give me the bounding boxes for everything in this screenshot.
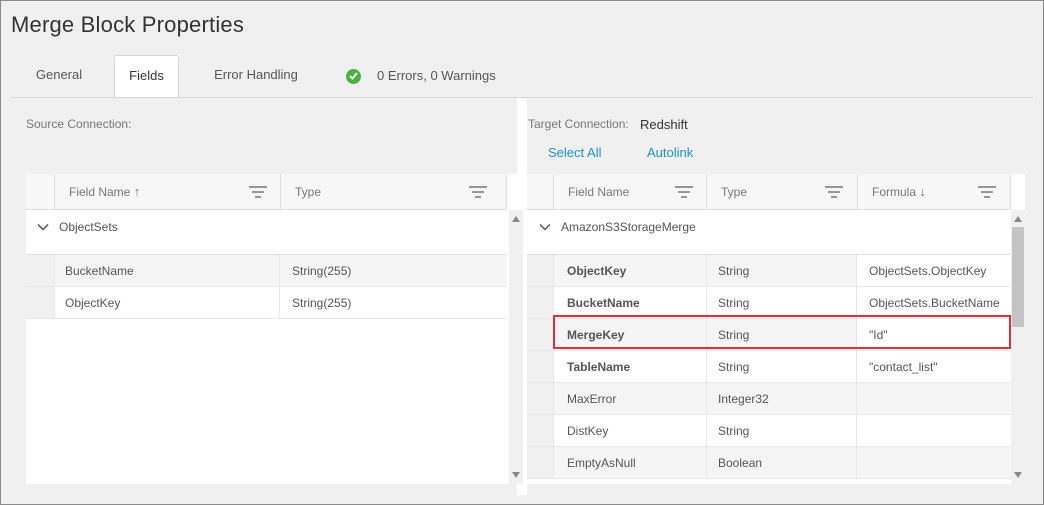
filter-icon[interactable] [978, 186, 996, 198]
target-header-formula[interactable]: Formula ↓ [858, 174, 1011, 210]
target-field-name: DistKey [554, 415, 707, 447]
table-row[interactable]: MergeKey String "Id" [527, 319, 1011, 351]
target-scrollbar[interactable] [1011, 210, 1025, 484]
target-field-type: String [707, 255, 857, 287]
sort-desc-icon: ↓ [919, 184, 926, 199]
target-field-name: BucketName [554, 287, 707, 319]
target-field-type: String [707, 351, 857, 383]
target-field-formula[interactable] [857, 415, 1011, 447]
tab-fields[interactable]: Fields [114, 55, 179, 98]
tab-general[interactable]: General [11, 55, 107, 97]
table-row[interactable]: EmptyAsNull Boolean [527, 447, 1011, 479]
target-field-formula[interactable] [857, 383, 1011, 415]
source-group-label: ObjectSets [59, 220, 118, 234]
target-header-field-name[interactable]: Field Name [554, 174, 707, 210]
target-field-name: TableName [554, 351, 707, 383]
source-field-name: ObjectKey [55, 287, 280, 319]
target-field-type: String [707, 415, 857, 447]
scroll-down-icon[interactable] [1014, 472, 1022, 478]
source-header-field-name[interactable]: Field Name ↑ [55, 174, 281, 210]
scroll-up-icon[interactable] [1014, 216, 1022, 222]
source-header-type[interactable]: Type [281, 174, 507, 210]
source-field-type: String(255) [280, 255, 507, 287]
tab-bar: General Fields Error Handling 0 Errors, … [11, 55, 1033, 98]
target-field-formula[interactable]: ObjectSets.ObjectKey [857, 255, 1011, 287]
status-text: 0 Errors, 0 Warnings [377, 68, 496, 83]
target-field-formula[interactable]: "contact_list" [857, 351, 1011, 383]
scroll-up-icon[interactable] [512, 216, 520, 222]
source-field-name: BucketName [55, 255, 280, 287]
filter-icon[interactable] [249, 186, 267, 198]
table-row[interactable]: DistKey String [527, 415, 1011, 447]
chevron-down-icon[interactable] [37, 221, 49, 233]
table-row[interactable]: ObjectKey String ObjectSets.ObjectKey [527, 255, 1011, 287]
target-field-name: EmptyAsNull [554, 447, 707, 479]
table-row[interactable]: ObjectKey String(255) [26, 287, 507, 319]
filter-icon[interactable] [469, 186, 487, 198]
table-row[interactable]: TableName String "contact_list" [527, 351, 1011, 383]
source-scrollbar[interactable] [509, 210, 523, 484]
sort-asc-icon: ↑ [133, 184, 141, 199]
target-grid: Field Name Type Formula ↓ AmazonS3Storag… [527, 174, 1025, 484]
check-circle-icon [346, 68, 361, 84]
fields-panel: Source Connection: Field Name ↑ Type Obj… [11, 97, 1033, 495]
tab-error-handling[interactable]: Error Handling [191, 55, 321, 97]
source-field-type: String(255) [280, 287, 507, 319]
table-row[interactable]: MaxError Integer32 [527, 383, 1011, 415]
table-row[interactable]: BucketName String(255) [26, 255, 507, 287]
filter-icon[interactable] [675, 186, 693, 198]
select-all-link[interactable]: Select All [548, 145, 601, 160]
target-connection-value: Redshift [640, 117, 688, 132]
dialog-window: Merge Block Properties General Fields Er… [0, 0, 1044, 505]
source-grid: Field Name ↑ Type ObjectSets BucketName … [26, 174, 523, 484]
chevron-down-icon[interactable] [539, 221, 551, 233]
target-header-spacer [527, 174, 554, 210]
target-header-formula-label: Formula ↓ [872, 184, 926, 199]
target-side: Target Connection: Redshift Select All A… [527, 98, 1033, 495]
source-header-field-name-label: Field Name ↑ [69, 184, 141, 199]
filter-icon[interactable] [825, 186, 843, 198]
scroll-thumb[interactable] [1012, 227, 1024, 327]
validation-status: 0 Errors, 0 Warnings [346, 55, 496, 97]
target-connection-label: Target Connection: [528, 117, 629, 131]
page-title: Merge Block Properties [11, 12, 245, 37]
target-field-name: ObjectKey [554, 255, 707, 287]
target-field-type: String [707, 319, 857, 351]
target-field-formula[interactable]: ObjectSets.BucketName [857, 287, 1011, 319]
target-group-label: AmazonS3StorageMerge [561, 220, 696, 234]
source-header-spacer [26, 174, 55, 210]
target-field-name: MaxError [554, 383, 707, 415]
target-field-formula[interactable] [857, 447, 1011, 479]
source-connection-label: Source Connection: [26, 117, 132, 131]
source-side: Source Connection: Field Name ↑ Type Obj… [11, 98, 523, 495]
table-row[interactable]: BucketName String ObjectSets.BucketName [527, 287, 1011, 319]
target-group-row[interactable]: AmazonS3StorageMerge [527, 210, 1011, 255]
target-field-formula[interactable]: "Id" [857, 319, 1011, 351]
source-group-row[interactable]: ObjectSets [26, 210, 507, 255]
target-field-type: Integer32 [707, 383, 857, 415]
scroll-down-icon[interactable] [512, 472, 520, 478]
target-field-type: Boolean [707, 447, 857, 479]
target-header-type[interactable]: Type [707, 174, 858, 210]
target-field-name: MergeKey [554, 319, 707, 351]
autolink-link[interactable]: Autolink [647, 145, 693, 160]
target-field-type: String [707, 287, 857, 319]
